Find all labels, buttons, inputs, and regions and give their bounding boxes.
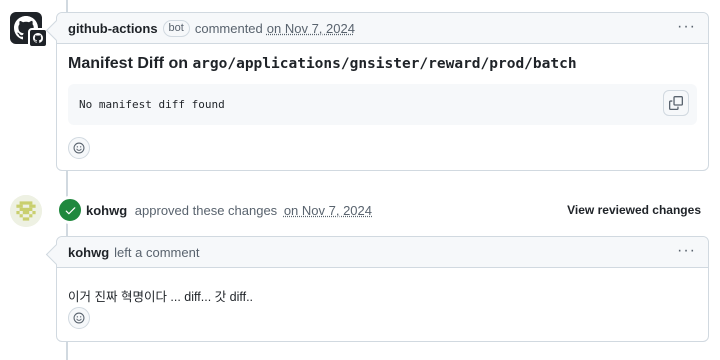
kebab-horizontal-icon[interactable]: ··· (677, 19, 696, 35)
comment-heading: Manifest Diff on argo/applications/gnsis… (68, 55, 697, 73)
review-action: approved these changes (134, 203, 278, 218)
comment-header: kohwg left a comment ··· (57, 237, 708, 268)
comment-body: Manifest Diff on argo/applications/gnsis… (57, 55, 708, 125)
bot-label: bot (162, 19, 190, 37)
comment-body: 이거 진짜 혁명이다 ... diff... 갓 diff.. (57, 286, 708, 305)
github-actions-avatar[interactable] (10, 12, 48, 48)
comment-header: github-actions bot commented on Nov 7, 2… (57, 13, 708, 44)
review-event-text: kohwg approved these changes on Nov 7, 2… (86, 203, 372, 218)
timeline-line-top (66, 0, 68, 12)
review-author-link[interactable]: kohwg (86, 203, 127, 218)
comment-author-link[interactable]: kohwg (68, 245, 109, 260)
kebab-horizontal-icon[interactable]: ··· (677, 243, 696, 259)
code-block: No manifest diff found (68, 84, 697, 125)
view-reviewed-changes-link[interactable]: View reviewed changes (567, 203, 701, 217)
add-reaction-button[interactable] (68, 137, 90, 159)
comment-text: 이거 진짜 혁명이다 ... diff... 갓 diff.. (68, 290, 254, 304)
comment-github-actions: github-actions bot commented on Nov 7, 2… (56, 12, 709, 171)
heading-prefix: Manifest Diff on (68, 55, 188, 72)
kohwg-avatar[interactable] (10, 195, 42, 227)
check-icon (65, 206, 75, 214)
copy-icon (669, 96, 683, 110)
code-text: No manifest diff found (79, 98, 225, 111)
heading-path: argo/applications/gnsister/reward/prod/b… (192, 56, 577, 72)
comment-kohwg: kohwg left a comment ··· 이거 진짜 혁명이다 ... … (56, 236, 709, 342)
approved-badge (56, 196, 84, 224)
bot-badge-icon (28, 28, 48, 48)
comment-action: commented (194, 20, 263, 36)
copy-button[interactable] (663, 90, 689, 116)
review-date-link[interactable]: on Nov 7, 2024 (284, 203, 372, 218)
smiley-icon (73, 312, 85, 324)
add-reaction-button[interactable] (68, 307, 90, 329)
comment-action: left a comment (114, 244, 200, 260)
comment-date-link[interactable]: on Nov 7, 2024 (267, 21, 355, 36)
comment-author-link[interactable]: github-actions (68, 21, 158, 36)
smiley-icon (73, 142, 85, 154)
identicon-icon (10, 195, 42, 227)
